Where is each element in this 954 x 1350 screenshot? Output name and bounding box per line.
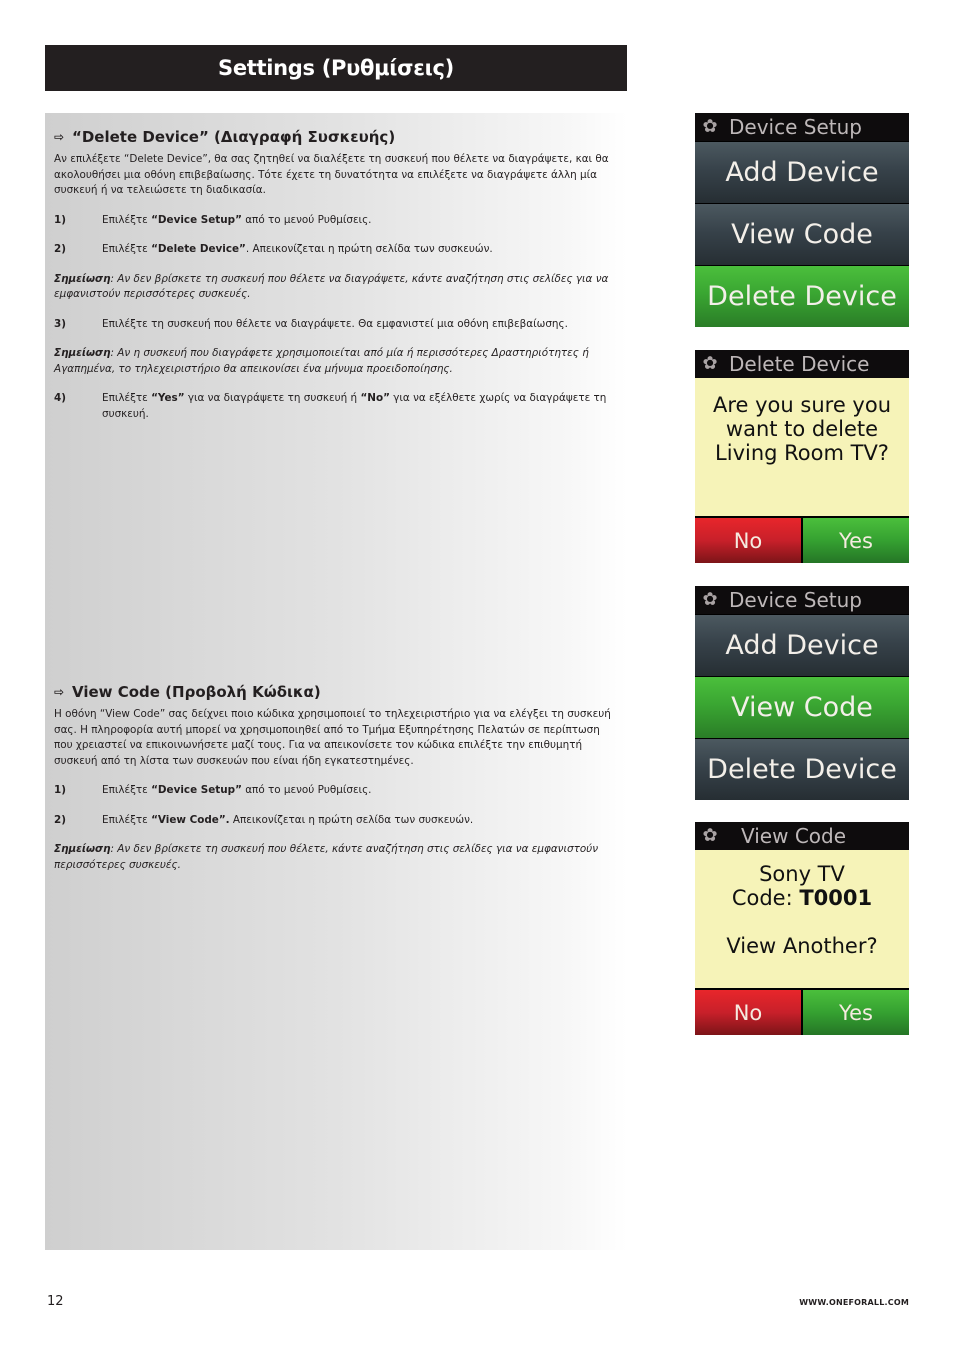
device-code: Code: T0001	[731, 886, 873, 910]
yes-button[interactable]: Yes	[803, 518, 909, 563]
gear-icon: ✿	[702, 353, 718, 374]
screen-device-setup-delete: ✿ Device Setup Add Device View Code Dele…	[695, 113, 909, 327]
screen-title-bar: ✿ Device Setup	[695, 586, 909, 614]
delete-device-button[interactable]: Delete Device	[695, 266, 909, 327]
website-link[interactable]: WWW.ONEFORALL.COM	[799, 1298, 909, 1307]
screen-title-bar: ✿ View Code	[695, 822, 909, 850]
delete-device-intro: Αν επιλέξετε “Delete Device”, θα σας ζητ…	[54, 153, 609, 196]
view-step-1: 1) Επιλέξτε “Device Setup” από το μενού …	[54, 784, 372, 796]
page-title: Settings (Ρυθμίσεις)	[218, 56, 454, 80]
screen-title-bar: ✿ Delete Device	[695, 350, 909, 378]
add-device-button[interactable]: Add Device	[695, 142, 909, 203]
screen-device-setup-view: ✿ Device Setup Add Device View Code Dele…	[695, 586, 909, 800]
delete-step-2: 2) Επιλέξτε “Delete Device”. Απεικονίζετ…	[54, 243, 493, 255]
no-button[interactable]: No	[695, 990, 803, 1035]
view-code-section: ⇨ View Code (Προβολή Κώδικα) Η οθόνη “Vi…	[54, 683, 616, 873]
add-device-button[interactable]: Add Device	[695, 615, 909, 676]
arrow-right-icon: ⇨	[54, 130, 65, 144]
page-header: Settings (Ρυθμίσεις)	[45, 45, 627, 91]
delete-device-heading: ⇨ “Delete Device” (Διαγραφή Συσκευής)	[54, 128, 396, 146]
screen-view-code: ✿ View Code Sony TV Code: T0001 View Ano…	[695, 822, 909, 1035]
view-code-button[interactable]: View Code	[695, 204, 909, 265]
delete-note-2: Σημείωση: Αν η συσκευή που διαγράφετε χρ…	[54, 347, 589, 375]
view-step-2: 2) Επιλέξτε “View Code”. Απεικονίζεται η…	[54, 813, 474, 826]
code-message: Sony TV Code: T0001 View Another?	[695, 850, 909, 988]
device-name: Sony TV	[759, 862, 845, 886]
delete-step-4: 4) Επιλέξτε “Yes” για να διαγράψετε τη σ…	[54, 392, 607, 420]
page-number: 12	[47, 1294, 64, 1309]
view-another-prompt: View Another?	[726, 934, 878, 958]
screen-title-bar: ✿ Device Setup	[695, 113, 909, 141]
delete-device-button[interactable]: Delete Device	[695, 739, 909, 800]
gear-icon: ✿	[702, 825, 718, 846]
confirm-message: Are you sure you want to delete Living R…	[695, 378, 909, 516]
view-code-heading: ⇨ View Code (Προβολή Κώδικα)	[54, 683, 321, 701]
no-button[interactable]: No	[695, 518, 803, 563]
view-note-1: Σημείωση: Αν δεν βρίσκετε τη συσκευή που…	[54, 843, 599, 871]
delete-note-1: Σημείωση: Αν δεν βρίσκετε τη συσκευή που…	[54, 272, 609, 301]
arrow-right-icon: ⇨	[54, 685, 65, 699]
yes-button[interactable]: Yes	[803, 990, 909, 1035]
delete-step-1: 1) Επιλέξτε “Device Setup” από το μενού …	[54, 213, 372, 226]
delete-step-3: 3) Επιλέξτε τη συσκευή που θέλετε να δια…	[54, 317, 568, 330]
gear-icon: ✿	[702, 116, 718, 137]
view-code-intro: Η οθόνη “View Code” σας δείχνει ποιο κώδ…	[54, 708, 611, 767]
screen-delete-confirm: ✿ Delete Device Are you sure you want to…	[695, 350, 909, 563]
gear-icon: ✿	[702, 589, 718, 610]
delete-device-section: ⇨ “Delete Device” (Διαγραφή Συσκευής) Αν…	[54, 128, 616, 422]
view-code-button[interactable]: View Code	[695, 677, 909, 738]
